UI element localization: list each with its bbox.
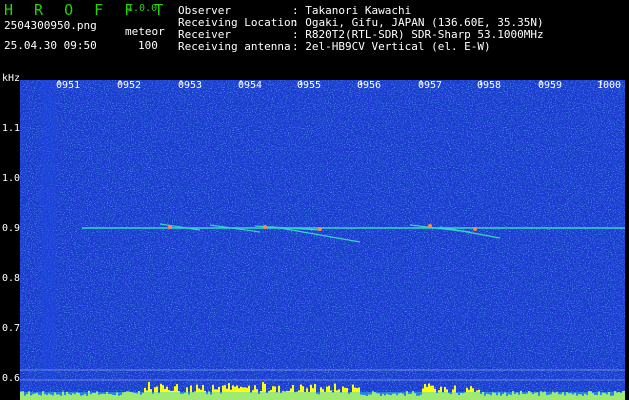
spectrogram bbox=[20, 80, 626, 400]
x-tick: 0953 bbox=[178, 80, 203, 91]
location-value: : Ogaki, Gifu, JAPAN (136.60E, 35.35N) bbox=[292, 16, 544, 29]
echo-hotspot bbox=[318, 227, 322, 231]
mode-label: meteor bbox=[125, 25, 165, 38]
x-tick: 0958 bbox=[477, 80, 502, 91]
receiver-value: : R820T2(RTL-SDR) SDR-Sharp 53.1000MHz bbox=[292, 28, 544, 41]
y-tick: 0.7 bbox=[2, 323, 21, 334]
spectrogram-canvas bbox=[20, 80, 626, 400]
date-time: 25.04.30 09:50 bbox=[4, 39, 97, 52]
x-tick: 0955 bbox=[297, 80, 322, 91]
echo-hotspot bbox=[428, 224, 432, 228]
observer-value: : Takanori Kawachi bbox=[292, 4, 412, 17]
count-value: 100 bbox=[138, 39, 158, 52]
y-tick: 0.8 bbox=[2, 273, 21, 284]
y-tick: 0.6 bbox=[2, 373, 21, 384]
y-axis-unit: kHz bbox=[2, 73, 21, 84]
echo-hotspot bbox=[168, 225, 172, 229]
x-tick: 0951 bbox=[56, 80, 81, 91]
noise-stripe bbox=[42, 80, 56, 380]
antenna-label: Receiving antenna bbox=[178, 40, 291, 53]
observer-label: Observer bbox=[178, 4, 231, 17]
receiver-label: Receiver bbox=[178, 28, 231, 41]
antenna-value: : 2el-HB9CV Vertical (el. E-W) bbox=[292, 40, 491, 53]
file-name: 2504300950.png bbox=[4, 19, 97, 32]
x-tick: 0954 bbox=[238, 80, 263, 91]
hrofft-screen: H R O F F T 1.0.0 2504300950.png meteor … bbox=[0, 0, 629, 400]
y-tick: 1.0 bbox=[2, 173, 21, 184]
baseline-strip bbox=[20, 392, 625, 400]
y-tick: 1.1 bbox=[2, 123, 21, 134]
x-tick: 0952 bbox=[117, 80, 142, 91]
x-tick: 0957 bbox=[418, 80, 443, 91]
y-tick: 0.9 bbox=[2, 223, 21, 234]
app-version: 1.0.0 bbox=[127, 3, 158, 14]
spectrogram-noise bbox=[20, 80, 625, 400]
echo-hotspot bbox=[263, 225, 267, 229]
echo-hotspot bbox=[473, 227, 477, 231]
x-tick: 1000 bbox=[597, 80, 622, 91]
x-tick: 0956 bbox=[357, 80, 382, 91]
x-tick: 0959 bbox=[538, 80, 563, 91]
location-label: Receiving Location bbox=[178, 16, 298, 29]
